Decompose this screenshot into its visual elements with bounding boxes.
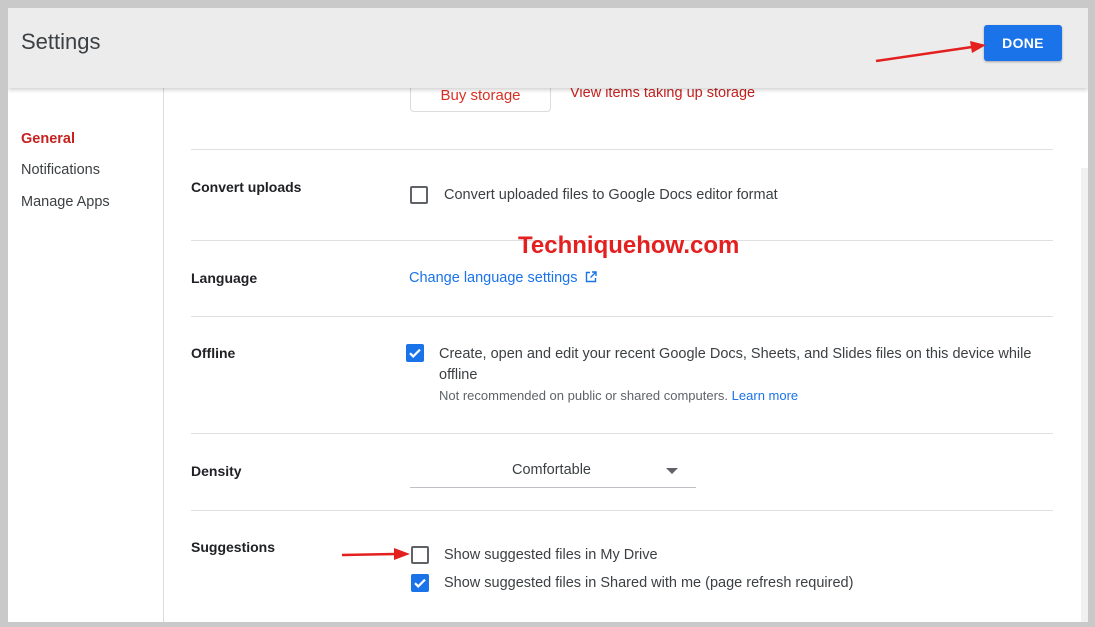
sidebar-item-notifications[interactable]: Notifications (21, 162, 100, 178)
suggest-my-drive-option: Show suggested files in My Drive (444, 547, 658, 563)
checkmark-icon (414, 578, 426, 588)
external-link-icon (585, 271, 597, 283)
convert-uploads-checkbox[interactable] (410, 186, 428, 204)
density-value: Comfortable (512, 462, 591, 478)
change-language-link[interactable]: Change language settings (409, 270, 597, 286)
settings-sidebar: General Notifications Manage Apps (8, 88, 164, 622)
density-select[interactable]: Comfortable (410, 455, 696, 488)
language-label: Language (191, 270, 258, 286)
offline-label: Offline (191, 345, 236, 361)
done-button[interactable]: DONE (984, 25, 1062, 61)
sidebar-item-general[interactable]: General (21, 131, 75, 147)
change-language-label: Change language settings (409, 270, 578, 286)
scrollbar[interactable] (1081, 168, 1088, 622)
convert-uploads-label: Convert uploads (191, 179, 302, 195)
dropdown-arrow-icon (666, 468, 678, 474)
section-divider (191, 433, 1053, 434)
checkmark-icon (409, 348, 421, 358)
suggestions-label: Suggestions (191, 539, 276, 555)
learn-more-link[interactable]: Learn more (732, 388, 798, 403)
sidebar-item-manage-apps[interactable]: Manage Apps (21, 194, 110, 210)
suggest-my-drive-checkbox[interactable] (411, 546, 429, 564)
suggest-shared-checkbox[interactable] (411, 574, 429, 592)
page-title: Settings (21, 29, 101, 54)
section-divider (191, 316, 1053, 317)
offline-option-line2: offline (439, 367, 478, 383)
density-label: Density (191, 463, 242, 479)
section-divider (191, 149, 1053, 150)
watermark: Techniquehow.com (518, 232, 740, 259)
convert-uploads-option: Convert uploaded files to Google Docs ed… (444, 187, 778, 203)
offline-option-line1: Create, open and edit your recent Google… (439, 346, 1032, 362)
offline-note: Not recommended on public or shared comp… (439, 388, 798, 403)
section-divider (191, 510, 1053, 511)
settings-header: Settings DONE (8, 8, 1088, 88)
suggest-shared-option: Show suggested files in Shared with me (… (444, 575, 854, 591)
offline-note-text: Not recommended on public or shared comp… (439, 388, 729, 403)
settings-dialog: Settings DONE General Notifications Mana… (8, 8, 1088, 622)
offline-checkbox[interactable] (406, 344, 424, 362)
